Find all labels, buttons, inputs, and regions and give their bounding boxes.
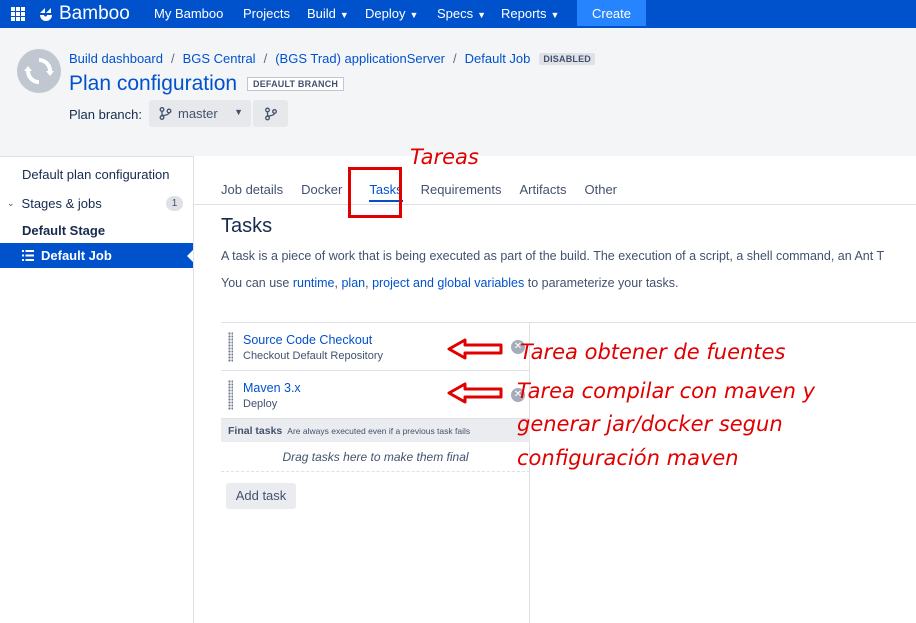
breadcrumb-build-dashboard[interactable]: Build dashboard (69, 51, 163, 66)
breadcrumb-plan[interactable]: (BGS Trad) applicationServer (275, 51, 445, 66)
branch-actions-button[interactable] (253, 100, 288, 127)
annotation-arrow-left-icon (447, 382, 503, 404)
list-icon (22, 250, 34, 261)
variables-hint: You can use runtime, plan, project and g… (221, 276, 679, 290)
tab-docker[interactable]: Docker (301, 182, 342, 202)
page-header: Build dashboard / BGS Central / (BGS Tra… (0, 28, 916, 156)
tasks-description: A task is a piece of work that is being … (221, 249, 885, 263)
annotation-arrow-left-icon (447, 338, 503, 360)
annotation-tab-note: Tareas (410, 145, 479, 169)
add-task-button[interactable]: Add task (226, 483, 296, 509)
final-tasks-dropzone[interactable]: Drag tasks here to make them final (221, 442, 530, 472)
final-tasks-note: Are always executed even if a previous t… (287, 425, 471, 436)
chevron-down-icon: ⌄ (7, 198, 15, 208)
nav-projects[interactable]: Projects (243, 6, 290, 21)
task-description: Checkout Default Repository (243, 350, 384, 362)
branch-create-icon (264, 107, 277, 120)
plan-branch-value: master (178, 106, 218, 121)
annotation-task2-note-line3: configuración maven (517, 446, 739, 470)
final-tasks-header: Final tasks Are always executed even if … (221, 418, 530, 442)
task-description: Deploy (243, 398, 278, 410)
tab-requirements[interactable]: Requirements (421, 182, 502, 202)
annotation-task2-note-line2: generar jar/docker segun (517, 412, 783, 436)
page-title: Plan configuration (69, 72, 238, 95)
branch-icon (159, 107, 172, 120)
sidebar-item-default-job[interactable]: Default Job (0, 243, 193, 268)
breadcrumb-job[interactable]: Default Job (465, 51, 531, 66)
chevron-down-icon: ▼ (409, 10, 419, 20)
default-branch-badge: DEFAULT BRANCH (247, 77, 345, 91)
status-badge: DISABLED (539, 52, 595, 65)
nav-specs[interactable]: Specs ▼ (437, 6, 486, 21)
chevron-down-icon: ▼ (234, 107, 243, 117)
tab-artifacts[interactable]: Artifacts (520, 182, 567, 202)
task-name[interactable]: Maven 3.x (243, 381, 301, 395)
tabs-divider (194, 204, 916, 205)
drag-handle-icon[interactable] (228, 380, 233, 410)
top-navigation-bar: Bamboo My Bamboo Projects Build ▼ Deploy ▼… (0, 0, 916, 28)
chevron-down-icon: ▼ (477, 10, 487, 20)
nav-build[interactable]: Build ▼ (307, 6, 349, 21)
count-badge: 1 (166, 196, 183, 211)
job-tabs: Job details Docker Tasks Requirements Ar… (221, 182, 635, 202)
plan-variables-link[interactable]: plan (341, 276, 365, 290)
nav-my-bamboo[interactable]: My Bamboo (154, 6, 223, 21)
breadcrumb: Build dashboard / BGS Central / (BGS Tra… (69, 51, 595, 66)
tab-job-details[interactable]: Job details (221, 182, 283, 202)
breadcrumb-separator: / (453, 51, 457, 66)
create-button[interactable]: Create (577, 0, 646, 26)
app-switcher-icon[interactable] (11, 7, 25, 21)
global-variables-link[interactable]: project and global variables (372, 276, 524, 290)
bamboo-logo[interactable]: Bamboo (37, 3, 130, 25)
nav-reports[interactable]: Reports ▼ (501, 6, 559, 21)
annotation-task1-note: Tarea obtener de fuentes (520, 340, 786, 364)
config-panel-border (530, 322, 916, 323)
nav-deploy[interactable]: Deploy ▼ (365, 6, 418, 21)
bamboo-logo-icon (40, 8, 52, 21)
plan-branch-select[interactable]: master ▼ (149, 100, 251, 127)
breadcrumb-separator: / (170, 51, 175, 66)
task-name[interactable]: Source Code Checkout (243, 333, 372, 347)
sidebar-item-stages-jobs[interactable]: ⌄ Stages & jobs 1 (0, 191, 193, 216)
final-tasks-title: Final tasks (228, 424, 283, 437)
runtime-variables-link[interactable]: runtime (293, 276, 335, 290)
sidebar: Default plan configuration ⌄ Stages & jo… (0, 156, 194, 623)
plan-avatar-icon (17, 49, 61, 93)
app-name: Bamboo (59, 3, 130, 24)
annotation-tasks-tab-highlight (348, 167, 402, 218)
sidebar-item-default-plan-configuration[interactable]: Default plan configuration (0, 162, 193, 187)
chevron-down-icon: ▼ (550, 10, 560, 20)
plan-branch-label: Plan branch: (69, 107, 142, 122)
sidebar-item-default-stage[interactable]: Default Stage (0, 218, 193, 243)
chevron-down-icon: ▼ (339, 10, 349, 20)
tasks-heading: Tasks (221, 215, 273, 237)
tab-other[interactable]: Other (584, 182, 617, 202)
annotation-task2-note-line1: Tarea compilar con maven y (517, 379, 816, 403)
drag-handle-icon[interactable] (228, 332, 233, 362)
breadcrumb-separator: / (263, 51, 268, 66)
breadcrumb-project[interactable]: BGS Central (183, 51, 256, 66)
